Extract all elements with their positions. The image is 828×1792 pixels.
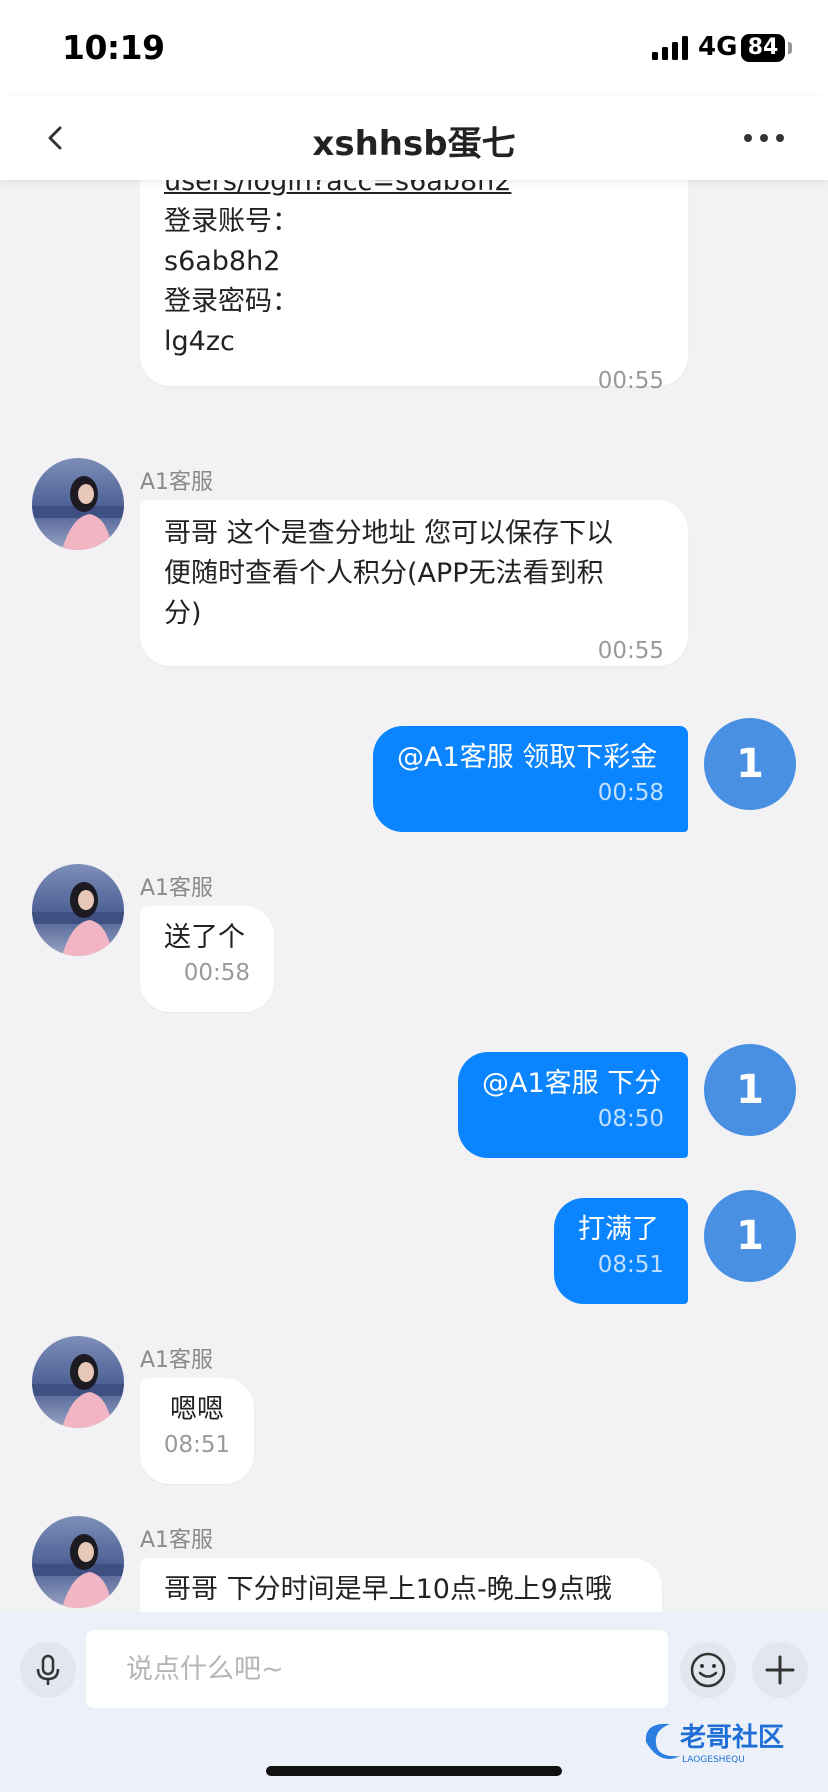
avatar[interactable]	[32, 458, 124, 550]
my-avatar[interactable]: 1	[704, 1044, 796, 1136]
message-bubble[interactable]: 哥哥 这个是查分地址 您可以保存下以 便随时查看个人积分(APP无法看到积 分)…	[140, 500, 688, 666]
message-bubble[interactable]: 送了个 00:58	[140, 906, 274, 1012]
message-text: 登录密码：	[164, 286, 299, 317]
home-indicator[interactable]	[266, 1766, 562, 1776]
avatar-photo	[32, 458, 124, 550]
message-text: 便随时查看个人积分(APP无法看到积	[164, 558, 604, 589]
status-time: 10:19	[62, 28, 165, 67]
status-bar: 10:19 4G 84	[0, 0, 828, 96]
message-input[interactable]	[86, 1630, 668, 1708]
message-text: 分)	[164, 598, 202, 629]
message-time: 00:55	[597, 638, 664, 664]
plus-icon	[765, 1655, 795, 1685]
mic-icon	[36, 1654, 60, 1685]
my-avatar[interactable]: 1	[704, 1190, 796, 1282]
message-time: 00:58	[597, 780, 664, 806]
message-bubble-outgoing[interactable]: @A1客服 下分 08:50	[458, 1052, 688, 1158]
battery-cap	[788, 42, 792, 54]
avatar[interactable]	[32, 1516, 124, 1608]
message-text: 哥哥 这个是查分地址 您可以保存下以	[164, 518, 614, 549]
message-link[interactable]: users/login?acc=s6ab8h2	[140, 180, 688, 202]
message-time: 08:51	[163, 1432, 231, 1458]
message-bubble-outgoing[interactable]: @A1客服 领取下彩金 00:58	[373, 726, 688, 832]
watermark-subtext: LAOGESHEQU	[682, 1755, 745, 1765]
avatar[interactable]	[32, 864, 124, 956]
avatar[interactable]	[32, 1336, 124, 1428]
message-text: 哥哥 下分时间是早上10点-晚上9点哦	[164, 1574, 612, 1605]
avatar-photo	[32, 864, 124, 956]
message-list[interactable]: users/login?acc=s6ab8h2 登录账号： s6ab8h2 登录…	[0, 180, 828, 1612]
message-text: @A1客服 领取下彩金	[397, 742, 658, 773]
message-time: 08:50	[597, 1106, 664, 1132]
message-text: 登录账号：	[164, 206, 299, 237]
message-time: 00:58	[183, 960, 250, 986]
message-bubble[interactable]: 哥哥 下分时间是早上10点-晚上9点哦	[140, 1558, 662, 1612]
sender-name: A1客服	[140, 876, 214, 901]
emoji-button[interactable]	[680, 1642, 736, 1698]
sender-name: A1客服	[140, 1528, 214, 1553]
input-bar: 老哥社区 LAOGESHEQU	[0, 1612, 828, 1792]
more-icon[interactable]	[740, 116, 788, 160]
sender-name: A1客服	[140, 1348, 214, 1373]
message-bubble-outgoing[interactable]: 打满了 08:51	[554, 1198, 688, 1304]
plus-button[interactable]	[752, 1642, 808, 1698]
message-time: 00:55	[597, 368, 664, 394]
message-time: 08:51	[597, 1252, 664, 1278]
signal-icon	[652, 36, 688, 60]
watermark-logo: 老哥社区 LAOGESHEQU	[645, 1722, 784, 1765]
message-text: @A1客服 下分	[482, 1068, 662, 1099]
sender-name: A1客服	[140, 470, 214, 495]
emoji-icon	[690, 1652, 726, 1688]
network-type: 4G	[698, 32, 738, 62]
watermark-text: 老哥社区	[680, 1722, 784, 1753]
message-text: 送了个	[164, 922, 245, 953]
message-text: lg4zc	[164, 326, 235, 357]
message-text: 嗯嗯	[170, 1394, 224, 1425]
avatar-photo	[32, 1516, 124, 1608]
mic-button[interactable]	[20, 1642, 76, 1698]
message-text: s6ab8h2	[164, 246, 281, 277]
avatar-photo	[32, 1336, 124, 1428]
message-bubble[interactable]: 嗯嗯 08:51	[140, 1378, 254, 1484]
battery-level: 84	[741, 34, 785, 62]
chat-header: xshhsb蛋七	[0, 96, 828, 180]
message-text: 打满了	[578, 1214, 659, 1245]
message-bubble[interactable]: users/login?acc=s6ab8h2 登录账号： s6ab8h2 登录…	[140, 180, 688, 394]
chat-title: xshhsb蛋七	[312, 124, 516, 164]
my-avatar[interactable]: 1	[704, 718, 796, 810]
